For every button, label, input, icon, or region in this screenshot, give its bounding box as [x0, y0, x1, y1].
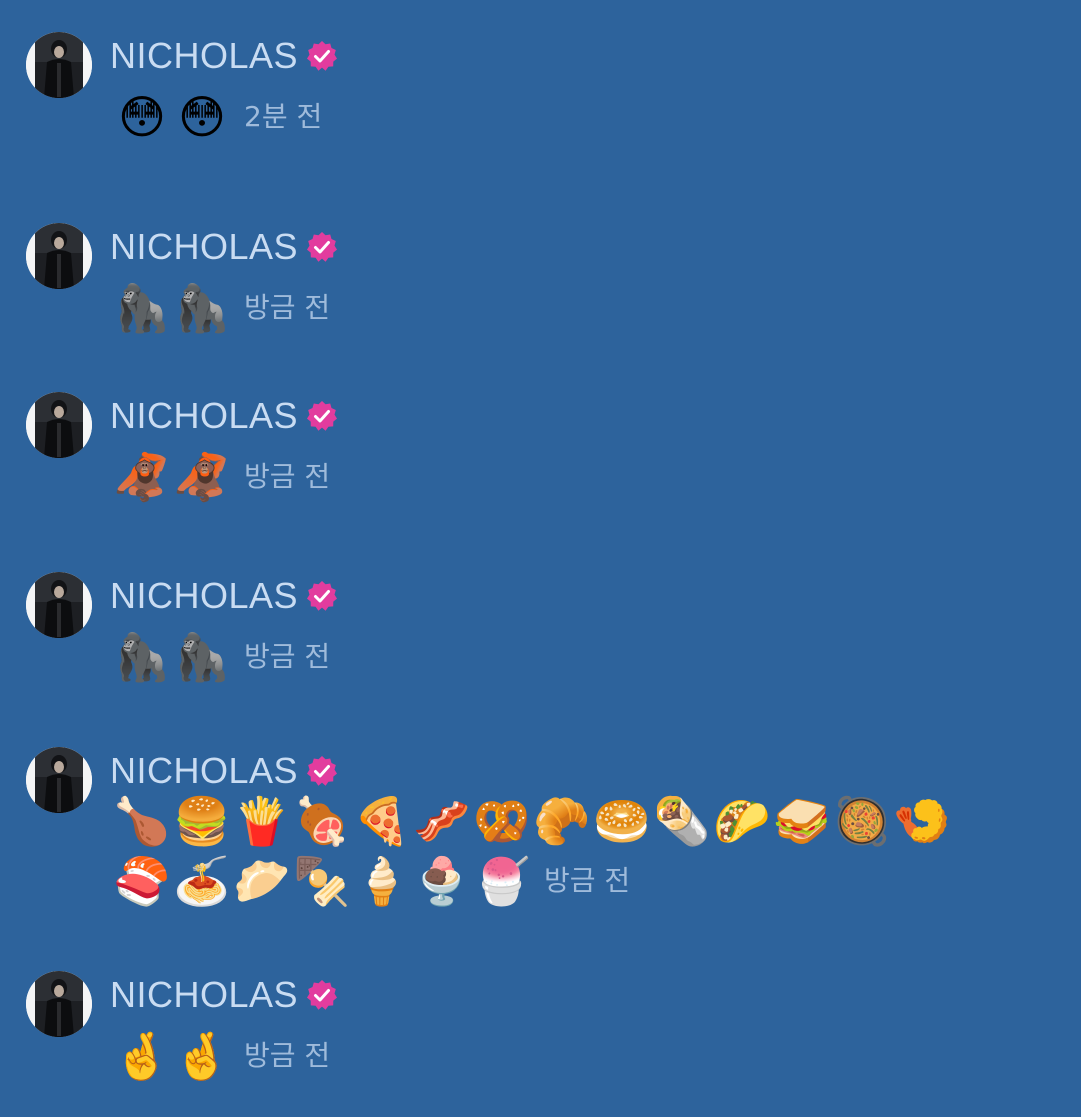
username[interactable]: NICHOLAS [110, 973, 298, 1017]
message-timestamp: 방금 전 [244, 291, 331, 324]
message-content: 🦧 🦧 방금 전 [112, 447, 972, 507]
avatar[interactable] [26, 572, 92, 638]
message-timestamp: 방금 전 [244, 640, 331, 673]
emoji: 😳 [118, 90, 166, 144]
verified-badge-icon [305, 978, 339, 1012]
emoji: 🍦 [353, 854, 411, 908]
emoji: 🦍 [173, 630, 231, 684]
emoji: 🍧 [473, 854, 531, 908]
message-timestamp: 방금 전 [244, 460, 331, 493]
username[interactable]: NICHOLAS [110, 225, 298, 269]
emoji: 🌮 [713, 794, 771, 848]
message-header: NICHOLAS [110, 749, 339, 793]
message-header: NICHOLAS [110, 225, 339, 269]
avatar[interactable] [26, 223, 92, 289]
emoji: 🥓 [413, 794, 471, 848]
avatar[interactable] [26, 32, 92, 98]
emoji: 🦍 [173, 281, 231, 335]
emoji: 😳 [178, 90, 226, 144]
verified-badge-icon [305, 399, 339, 433]
message-timestamp: 방금 전 [544, 864, 631, 897]
emoji: 🍕 [353, 794, 411, 848]
username[interactable]: NICHOLAS [110, 34, 298, 78]
message-timestamp: 방금 전 [244, 1039, 331, 1072]
message-content: 🤞 🤞 방금 전 [112, 1026, 972, 1086]
username[interactable]: NICHOLAS [110, 394, 298, 438]
emoji: 🦧 [173, 450, 231, 504]
avatar[interactable] [26, 392, 92, 458]
message-header: NICHOLAS [110, 973, 339, 1017]
emoji: 🍣 [113, 854, 171, 908]
message-content: 🦍 🦍 방금 전 [112, 627, 972, 687]
emoji: 🍝 [173, 854, 231, 908]
emoji: 🍢 [293, 854, 351, 908]
emoji: 🥨 [473, 794, 531, 848]
emoji: 🦍 [113, 630, 171, 684]
avatar[interactable] [26, 747, 92, 813]
message-content: 😳 😳 2분 전 [112, 87, 972, 147]
emoji: 🍟 [233, 794, 291, 848]
username[interactable]: NICHOLAS [110, 749, 298, 793]
username[interactable]: NICHOLAS [110, 574, 298, 618]
emoji: 🍨 [413, 854, 471, 908]
verified-badge-icon [305, 39, 339, 73]
emoji: 🍖 [293, 794, 351, 848]
emoji: 🥘 [833, 794, 891, 848]
emoji: 🥯 [593, 794, 651, 848]
emoji: 🥟 [233, 854, 291, 908]
message-header: NICHOLAS [110, 34, 339, 78]
message-header: NICHOLAS [110, 394, 339, 438]
message-timestamp: 2분 전 [244, 100, 323, 133]
emoji: 🥪 [773, 794, 831, 848]
verified-badge-icon [305, 754, 339, 788]
message-content: 🦍 🦍 방금 전 [112, 278, 972, 338]
emoji: 🦍 [113, 281, 171, 335]
message-header: NICHOLAS [110, 574, 339, 618]
verified-badge-icon [305, 579, 339, 613]
emoji: 🍗 [113, 794, 171, 848]
verified-badge-icon [305, 230, 339, 264]
emoji: 🍤 [893, 794, 951, 848]
message-content: 🍗 🍔 🍟 🍖 🍕 🥓 🥨 🥐 🥯 🌯 🌮 🥪 🥘 🍤 🍣 🍝 🥟 🍢 🍦 🍨 … [112, 791, 972, 911]
emoji: 🤞 [173, 1029, 231, 1083]
avatar[interactable] [26, 971, 92, 1037]
emoji: 🌯 [653, 794, 711, 848]
emoji: 🤞 [113, 1029, 171, 1083]
emoji: 🦧 [113, 450, 171, 504]
emoji: 🍔 [173, 794, 231, 848]
emoji: 🥐 [533, 794, 591, 848]
